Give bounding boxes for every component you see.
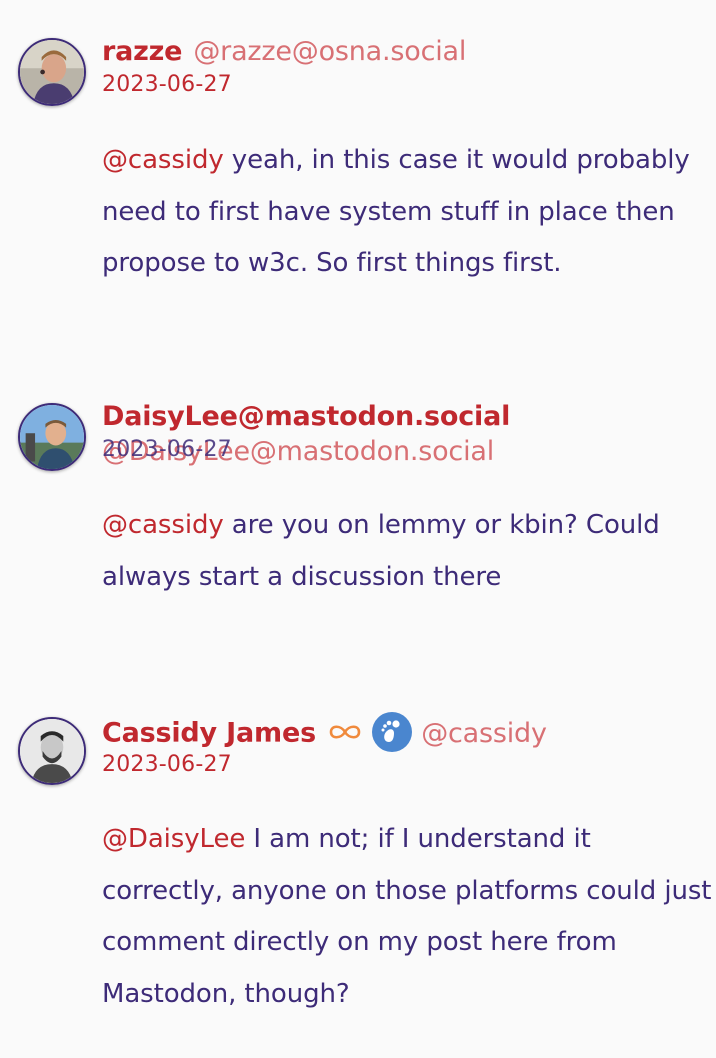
avatar[interactable] [18,717,86,785]
author-name[interactable]: Cassidy James [102,718,316,749]
author-handle[interactable]: @cassidy [421,718,547,749]
comment-body: @DaisyLee I am not; if I understand it c… [102,814,712,1020]
avatar-cassidy-icon [20,719,84,783]
mention-link[interactable]: @DaisyLee [102,824,245,854]
comment-date[interactable]: 2023-06-27 [102,752,232,777]
gnome-foot-icon [372,712,413,756]
infinity-icon [325,722,365,746]
comment: Cassidy James @cassidy 2023-06-27 @Daisy… [0,0,716,1058]
